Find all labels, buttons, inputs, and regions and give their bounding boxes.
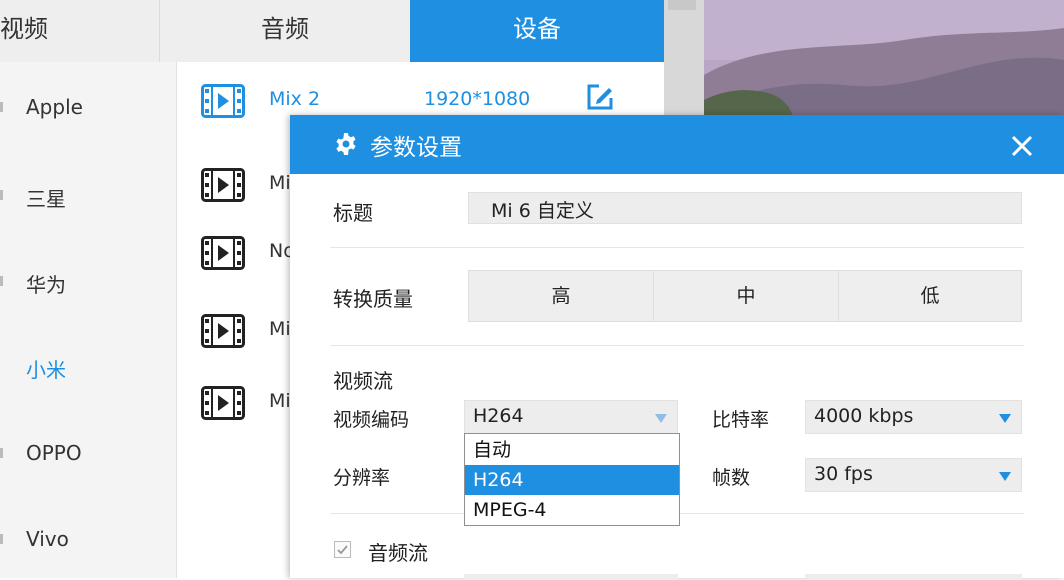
divider [330,247,1024,248]
fps-select[interactable]: 30 fps [805,458,1022,492]
device-resolution: 1920*1080 [424,88,531,110]
device-name: Mi [269,390,291,412]
audio-stream-heading: 音频流 [368,541,428,565]
quality-medium-button[interactable]: 中 [653,270,839,322]
sidebar-item-huawei[interactable]: 华为 [26,269,66,298]
sidebar-item-samsung[interactable]: 三星 [26,183,66,212]
sidebar-item-oppo[interactable]: OPPO [26,441,82,465]
quality-high-label: 高 [551,285,571,307]
audio-codec-select[interactable] [464,574,678,580]
settings-dialog: 参数设置 标题 Mi 6 自定义 转换质量 高 中 低 视频流 视频编码 H26… [290,115,1064,580]
codec-option-h264[interactable]: H264 [465,465,679,495]
triangle-down-icon [655,414,667,423]
film-icon [201,168,245,202]
close-icon[interactable] [1005,129,1039,163]
quality-low-button[interactable]: 低 [838,270,1022,322]
triangle-down-icon [999,472,1011,481]
codec-dropdown-list: 自动 H264 MPEG-4 [464,433,680,526]
resolution-label: 分辨率 [333,467,391,489]
sidebar-item-vivo[interactable]: Vivo [26,527,69,551]
tab-video[interactable]: 视频 [0,0,160,62]
video-codec-select[interactable]: H264 [464,400,678,434]
device-name: Mix 2 [269,88,321,110]
tab-video-label: 视频 [0,15,48,43]
gear-icon [336,133,356,155]
quality-low-label: 低 [920,285,940,307]
title-input[interactable]: Mi 6 自定义 [468,192,1022,224]
tab-audio-label: 音频 [261,15,309,43]
fps-value: 30 fps [814,463,873,485]
film-icon [201,314,245,348]
film-icon [201,386,245,420]
sidebar-item-xiaomi[interactable]: 小米 [26,354,66,383]
title-input-value: Mi 6 自定义 [491,200,594,222]
bitrate-select[interactable]: 4000 kbps [805,400,1022,434]
title-label: 标题 [333,201,373,225]
scrollbar-thumb[interactable] [668,0,696,10]
quality-high-button[interactable]: 高 [468,270,654,322]
video-stream-heading: 视频流 [333,369,393,393]
tab-device-label: 设备 [513,15,561,43]
quality-medium-label: 中 [736,285,756,307]
tab-device[interactable]: 设备 [410,0,664,62]
brand-marker [0,190,3,200]
brand-marker [0,276,3,286]
film-icon [201,84,245,118]
audio-stream-checkbox[interactable] [334,541,351,558]
brand-marker [0,102,3,112]
codec-option-auto[interactable]: 自动 [465,435,679,465]
sidebar-item-apple[interactable]: Apple [26,95,83,119]
bitrate-value: 4000 kbps [814,405,914,427]
tab-audio[interactable]: 音频 [160,0,410,62]
dialog-header: 参数设置 [290,115,1064,174]
audio-bitrate-select[interactable] [805,574,1022,580]
film-icon [201,236,245,270]
edit-icon[interactable] [585,82,615,112]
audio-row-partial [290,570,1064,580]
brand-sidebar: Apple 三星 华为 小米 OPPO Vivo [0,62,177,578]
device-name: Mi [269,318,291,340]
tab-bar: 视频 音频 设备 [0,0,664,62]
check-icon [337,545,348,555]
video-codec-label: 视频编码 [333,409,410,431]
video-codec-value: H264 [473,405,524,427]
triangle-down-icon [999,414,1011,423]
device-name: Mi [269,172,291,194]
bitrate-label: 比特率 [712,409,770,431]
divider [330,345,1024,346]
dialog-title: 参数设置 [370,135,462,161]
brand-marker [0,534,3,544]
quality-label: 转换质量 [333,287,413,311]
fps-label: 帧数 [712,467,751,489]
codec-option-mpeg4[interactable]: MPEG-4 [465,495,679,525]
brand-marker [0,448,3,458]
